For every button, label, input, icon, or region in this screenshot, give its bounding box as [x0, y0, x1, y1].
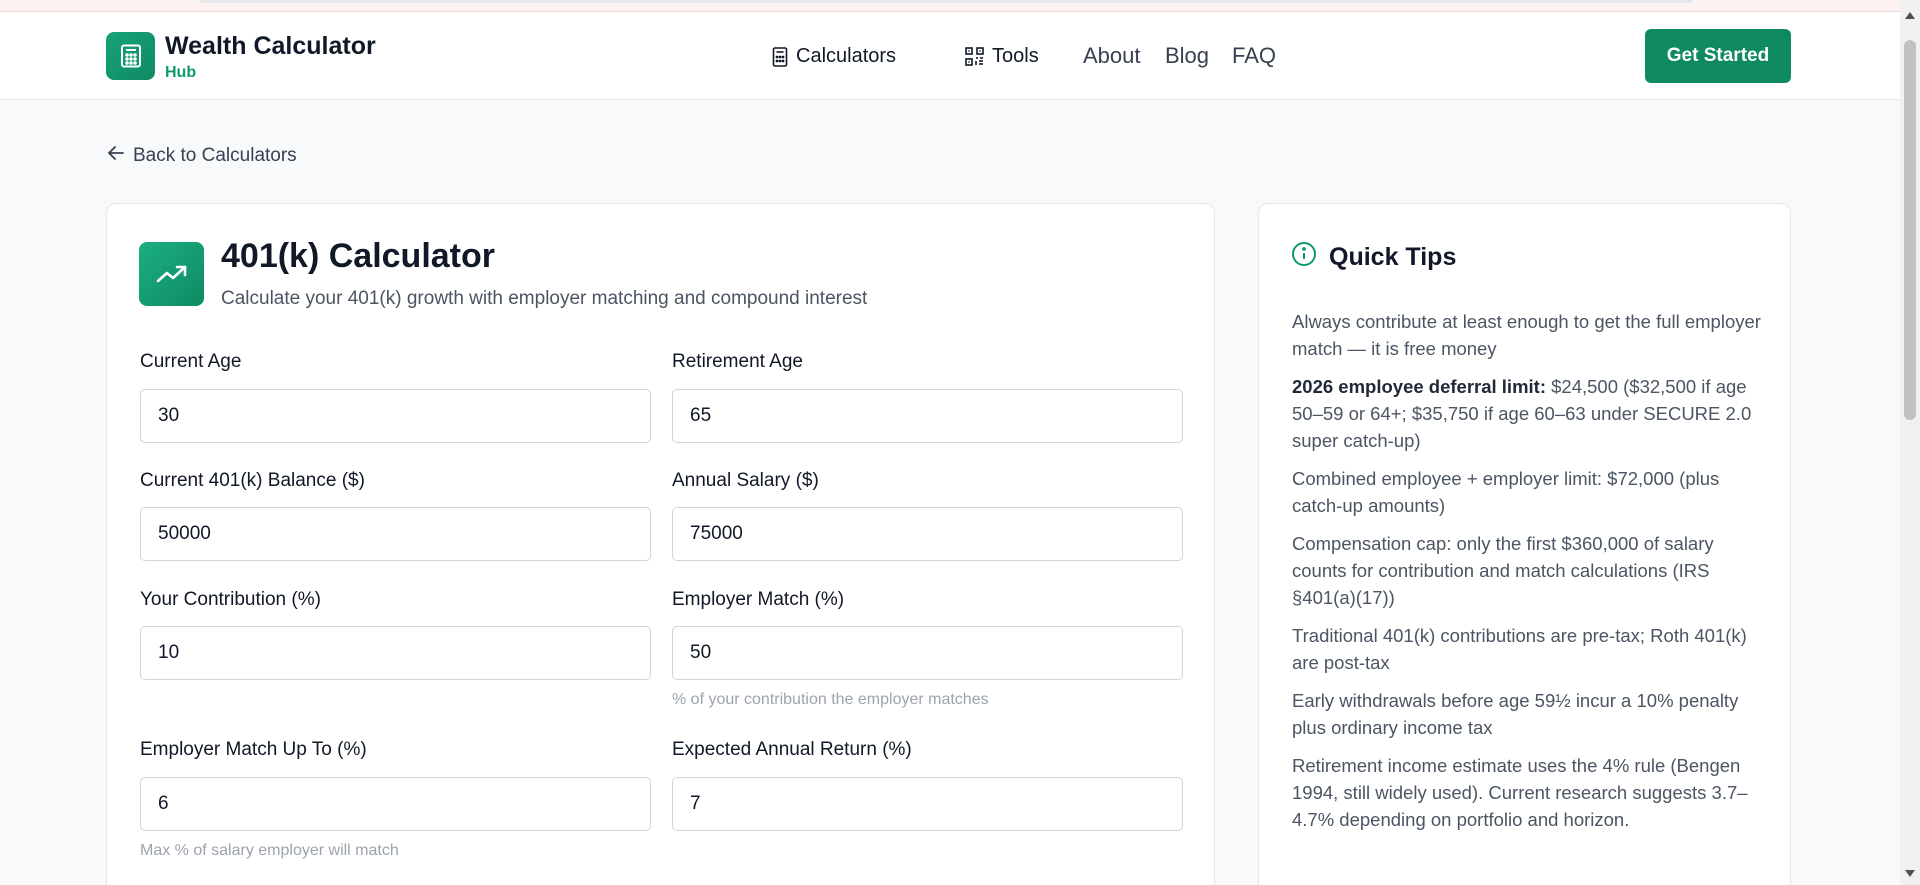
nav-faq[interactable]: FAQ: [1232, 43, 1276, 69]
tip-item: Always contribute at least enough to get…: [1292, 311, 1761, 359]
match-up-to-input[interactable]: [140, 777, 651, 831]
employer-match-input[interactable]: [672, 626, 1183, 680]
nav-calculators[interactable]: Calculators: [772, 45, 896, 68]
tip-item: 2026 employee deferral limit: $24,500 ($…: [1292, 376, 1752, 451]
tip-item: Traditional 401(k) contributions are pre…: [1292, 625, 1747, 673]
calculator-icon: [772, 46, 788, 67]
tips-list: Always contribute at least enough to get…: [1292, 308, 1762, 844]
quick-tips-header: Quick Tips: [1291, 241, 1456, 274]
balance-label: Current 401(k) Balance ($): [140, 470, 365, 491]
nav-blog[interactable]: Blog: [1165, 43, 1209, 69]
get-started-button[interactable]: Get Started: [1645, 29, 1791, 83]
balance-input[interactable]: [140, 507, 651, 561]
employer-match-label: Employer Match (%): [672, 589, 845, 610]
top-strip: [0, 0, 1920, 12]
contribution-input[interactable]: [140, 626, 651, 680]
match-up-to-label: Employer Match Up To (%): [140, 739, 367, 760]
annual-return-label: Expected Annual Return (%): [672, 739, 912, 760]
back-link-label: Back to Calculators: [133, 145, 297, 166]
back-to-calculators-link[interactable]: Back to Calculators: [107, 145, 297, 167]
retirement-age-label: Retirement Age: [672, 351, 803, 372]
logo-icon[interactable]: [106, 32, 155, 80]
page-scrollbar[interactable]: [1900, 0, 1920, 885]
scrollbar-thumb[interactable]: [1904, 40, 1916, 420]
trending-up-icon: [139, 242, 204, 306]
site-title[interactable]: Wealth Calculator: [165, 32, 376, 61]
nav-tools[interactable]: Tools: [965, 45, 1039, 68]
retirement-age-input[interactable]: [672, 389, 1183, 443]
nav-about[interactable]: About: [1083, 43, 1141, 69]
tip-item: Combined employee + employer limit: $72,…: [1292, 468, 1720, 516]
scroll-down-icon[interactable]: [1905, 870, 1915, 877]
salary-input[interactable]: [672, 507, 1183, 561]
contribution-label: Your Contribution (%): [140, 589, 321, 610]
arrow-left-icon: [107, 145, 125, 167]
nav-calculators-label: Calculators: [796, 45, 897, 67]
calculator-card: 401(k) Calculator Calculate your 401(k) …: [106, 203, 1215, 885]
tip-item: Retirement income estimate uses the 4% r…: [1292, 755, 1748, 830]
tip-item: Early withdrawals before age 59½ incur a…: [1292, 690, 1739, 738]
employer-match-hint: % of your contribution the employer matc…: [672, 691, 989, 708]
quick-tips-card: Quick Tips Always contribute at least en…: [1258, 203, 1791, 885]
current-age-label: Current Age: [140, 351, 242, 372]
site-subtitle: Hub: [165, 64, 197, 81]
nav-tools-label: Tools: [992, 45, 1039, 67]
match-up-to-hint: Max % of salary employer will match: [140, 842, 399, 859]
current-age-input[interactable]: [140, 389, 651, 443]
annual-return-input[interactable]: [672, 777, 1183, 831]
quick-tips-title: Quick Tips: [1329, 243, 1457, 271]
site-header: Wealth Calculator Hub Calculators Tools: [0, 12, 1900, 100]
tip-item: Compensation cap: only the first $360,00…: [1292, 533, 1714, 608]
info-icon: [1291, 241, 1317, 274]
scroll-up-icon[interactable]: [1905, 12, 1915, 19]
calculator-subtitle: Calculate your 401(k) growth with employ…: [221, 288, 868, 309]
calculator-title: 401(k) Calculator: [221, 237, 495, 275]
salary-label: Annual Salary ($): [672, 470, 819, 491]
qr-grid-icon: [965, 47, 984, 66]
